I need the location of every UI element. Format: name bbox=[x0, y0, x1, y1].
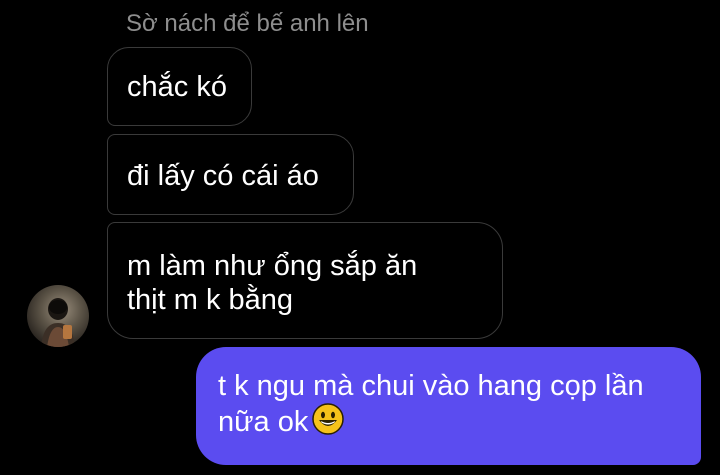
avatar-photo bbox=[41, 298, 75, 347]
message-text: đi lấy có cái áo bbox=[127, 160, 319, 192]
sent-message-bubble[interactable]: t k ngu mà chui vào hang cọp lần nữa ok bbox=[196, 347, 701, 465]
grinning-face-icon bbox=[312, 403, 345, 443]
received-message-bubble[interactable]: chắc kó bbox=[107, 47, 252, 126]
contact-avatar[interactable] bbox=[27, 285, 89, 347]
message-text-line-2: thịt m k bằng bbox=[127, 284, 294, 316]
received-message-bubble[interactable]: m làm như ổng sắp ăn thịt m k bằng bbox=[107, 222, 503, 339]
message-text-line-1: t k ngu mà chui vào hang cọp lần bbox=[218, 370, 644, 402]
received-message-bubble[interactable]: đi lấy có cái áo bbox=[107, 134, 354, 215]
message-text-line-2-wrap: nữa ok bbox=[218, 403, 701, 443]
message-text: chắc kó bbox=[127, 71, 227, 103]
truncated-message[interactable]: Sờ nách để bế anh lên bbox=[126, 8, 369, 40]
message-text-line-2: nữa ok bbox=[218, 406, 309, 438]
message-text-line-1: m làm như ổng sắp ăn bbox=[127, 250, 418, 282]
chat-thread: Sờ nách để bế anh lên chắc kó đi lấy có … bbox=[0, 0, 720, 475]
